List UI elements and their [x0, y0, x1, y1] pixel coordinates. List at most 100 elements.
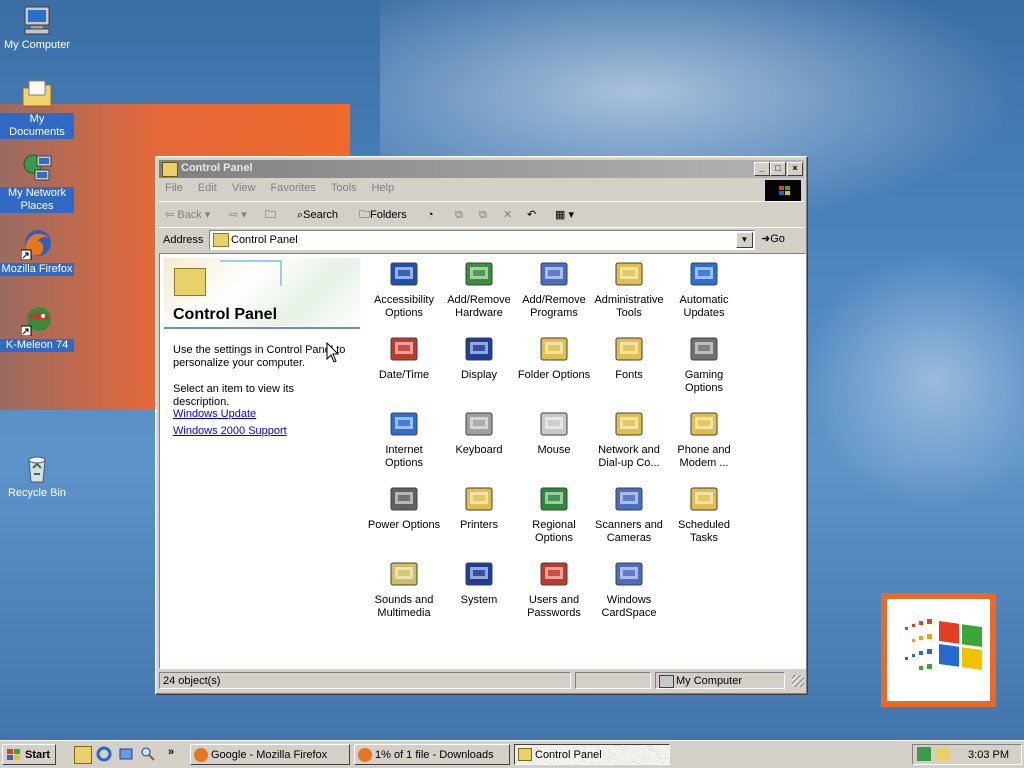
control-panel-small-icon: [213, 233, 229, 247]
scheduled-tasks-icon: [688, 483, 720, 515]
task-downloads[interactable]: 1% of 1 file - Downloads: [354, 744, 510, 765]
show-desktop-icon[interactable]: [74, 746, 92, 764]
address-input[interactable]: Control Panel ▼: [209, 230, 755, 250]
cp-item-folder-options[interactable]: Folder Options: [516, 333, 592, 382]
quicklaunch-more-button[interactable]: »: [168, 746, 174, 758]
cp-item-mouse[interactable]: Mouse: [516, 408, 592, 457]
cp-item-internet-options[interactable]: Internet Options: [366, 408, 442, 470]
cp-item-date-time[interactable]: Date/Time: [366, 333, 442, 382]
views-button[interactable]: ▦ ▾: [555, 206, 574, 224]
windows-flag-icon: [7, 749, 20, 760]
cp-item-scheduled-tasks[interactable]: Scheduled Tasks: [666, 483, 742, 545]
task-control-panel[interactable]: Control Panel: [514, 744, 670, 765]
cp-item-display[interactable]: Display: [441, 333, 517, 382]
cp-item-users[interactable]: Users and Passwords: [516, 558, 592, 620]
menu-view[interactable]: View: [226, 179, 262, 197]
safely-remove-tray-icon[interactable]: [935, 747, 949, 761]
delete-button[interactable]: ✕: [503, 206, 512, 224]
users-icon: [538, 558, 570, 590]
cp-item-printers[interactable]: Printers: [441, 483, 517, 532]
cp-item-keyboard[interactable]: Keyboard: [441, 408, 517, 457]
cp-item-joystick[interactable]: Gaming Options: [666, 333, 742, 395]
control-panel-small-icon: [518, 748, 532, 761]
cp-item-admin-tools[interactable]: Administrative Tools: [591, 258, 667, 320]
menu-tools[interactable]: Tools: [325, 179, 363, 197]
window-title: Control Panel: [181, 162, 253, 174]
cp-item-label: Network and Dial-up Co...: [598, 444, 660, 469]
desktop-icon-my-documents[interactable]: My Documents: [0, 78, 74, 139]
left-pane-title: Control Panel: [173, 306, 278, 323]
minimize-button[interactable]: _: [754, 162, 770, 176]
cp-item-globe[interactable]: Regional Options: [516, 483, 592, 545]
cp-item-label: Users and Passwords: [527, 594, 581, 619]
desktop-icon-kmeleon[interactable]: K-Meleon 74: [0, 304, 74, 352]
task-firefox[interactable]: Google - Mozilla Firefox: [190, 744, 350, 765]
left-pane-hint: Select an item to view its description.: [173, 383, 295, 408]
cp-item-label: Gaming Options: [684, 369, 724, 394]
search-quicklaunch-icon[interactable]: [140, 746, 156, 762]
cp-item-fonts[interactable]: Fonts: [591, 333, 667, 382]
cp-item-system-computer[interactable]: System: [441, 558, 517, 607]
status-object-count: 24 object(s): [159, 672, 571, 689]
move-to-button[interactable]: ⧉: [455, 206, 463, 224]
resize-grip-icon[interactable]: [792, 675, 804, 687]
go-button[interactable]: ➜Go: [761, 232, 785, 245]
internet-options-icon: [388, 408, 420, 440]
copy-to-button[interactable]: ⧉: [479, 206, 487, 224]
printers-icon: [463, 483, 495, 515]
internet-explorer-icon[interactable]: [96, 746, 112, 762]
control-panel-small-icon: [162, 162, 178, 177]
address-dropdown-button[interactable]: ▼: [736, 232, 753, 248]
start-button[interactable]: Start: [2, 744, 56, 765]
delete-icon: ✕: [503, 209, 513, 221]
menu-favorites[interactable]: Favorites: [265, 179, 322, 197]
cp-item-label: Add/Remove Hardware: [447, 294, 511, 319]
cp-item-label: Display: [460, 369, 498, 381]
move-to-icon: ⧉: [455, 209, 463, 221]
menu-edit[interactable]: Edit: [192, 179, 223, 197]
clock[interactable]: 3:03 PM: [968, 749, 1009, 761]
add-hardware-icon: [463, 258, 495, 290]
cp-item-windows-update[interactable]: Automatic Updates: [666, 258, 742, 320]
up-folder-button[interactable]: 🗀: [265, 206, 276, 224]
network-places-icon: [21, 152, 53, 184]
windows-logo-badge: [881, 593, 996, 707]
cp-item-add-hardware[interactable]: Add/Remove Hardware: [441, 258, 517, 320]
history-icon: ◔: [427, 209, 434, 221]
taskbar: Start » Google - Mozilla Firefox 1% of 1…: [0, 740, 1024, 768]
power-options-icon: [388, 483, 420, 515]
network-tray-icon[interactable]: [917, 747, 931, 761]
copy-to-icon: ⧉: [479, 209, 487, 221]
history-button[interactable]: ◔: [427, 206, 434, 224]
outlook-express-icon[interactable]: [118, 746, 134, 762]
close-button[interactable]: ×: [787, 162, 803, 176]
menu-help[interactable]: Help: [366, 179, 401, 197]
window-titlebar[interactable]: Control Panel _ □ ×: [159, 160, 804, 178]
folders-button[interactable]: 🗀Folders: [359, 206, 407, 224]
menu-file[interactable]: File: [159, 179, 189, 197]
desktop-icon-network-places[interactable]: My Network Places: [0, 152, 74, 213]
firefox-icon: [20, 228, 53, 261]
cp-item-speaker[interactable]: Sounds and Multimedia: [366, 558, 442, 620]
search-button[interactable]: ⌕Search: [297, 206, 338, 224]
display-icon: [463, 333, 495, 365]
desktop-icon-firefox[interactable]: Mozilla Firefox: [0, 228, 74, 276]
desktop-icon-my-computer[interactable]: My Computer: [0, 4, 74, 52]
cp-item-phone-modem[interactable]: Phone and Modem ...: [666, 408, 742, 470]
forward-button[interactable]: ⇨ ▾: [229, 206, 247, 224]
windows-2000-support-link[interactable]: Windows 2000 Support: [173, 425, 287, 437]
windows-update-link[interactable]: Windows Update: [173, 408, 256, 420]
address-value: Control Panel: [231, 234, 298, 246]
cp-item-accessibility[interactable]: Accessibility Options: [366, 258, 442, 320]
undo-button[interactable]: ↶: [527, 206, 536, 224]
back-button[interactable]: ⇦ Back ▾: [165, 206, 210, 224]
cp-item-network-dialup[interactable]: Network and Dial-up Co...: [591, 408, 667, 470]
phone-modem-icon: [688, 408, 720, 440]
maximize-button[interactable]: □: [770, 162, 786, 176]
control-panel-window: Control Panel _ □ × File Edit View Favor…: [155, 156, 808, 695]
desktop-icon-recycle-bin[interactable]: Recycle Bin: [0, 452, 74, 500]
cp-item-power-options[interactable]: Power Options: [366, 483, 442, 532]
cp-item-scanner[interactable]: Scanners and Cameras: [591, 483, 667, 545]
cp-item-add-programs[interactable]: Add/Remove Programs: [516, 258, 592, 320]
cp-item-cardspace[interactable]: Windows CardSpace: [591, 558, 667, 620]
